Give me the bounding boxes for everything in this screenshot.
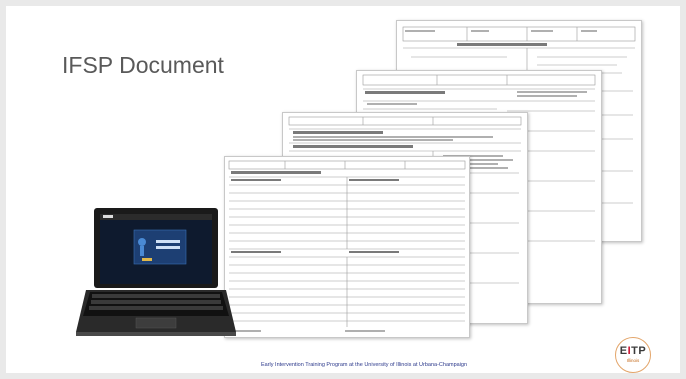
slide: IFSP Document Early Intervention Trainin…	[6, 6, 680, 373]
ifsp-page-meeting-participants	[224, 156, 470, 338]
laptop-illustration	[76, 206, 236, 338]
footer-text: Early Intervention Training Program at t…	[261, 362, 468, 368]
logo-wordmark: EITP	[619, 345, 647, 357]
logo-sub: Illinois	[626, 358, 640, 363]
eitp-logo: EITP Illinois	[615, 337, 651, 373]
slide-title: IFSP Document	[62, 52, 224, 78]
